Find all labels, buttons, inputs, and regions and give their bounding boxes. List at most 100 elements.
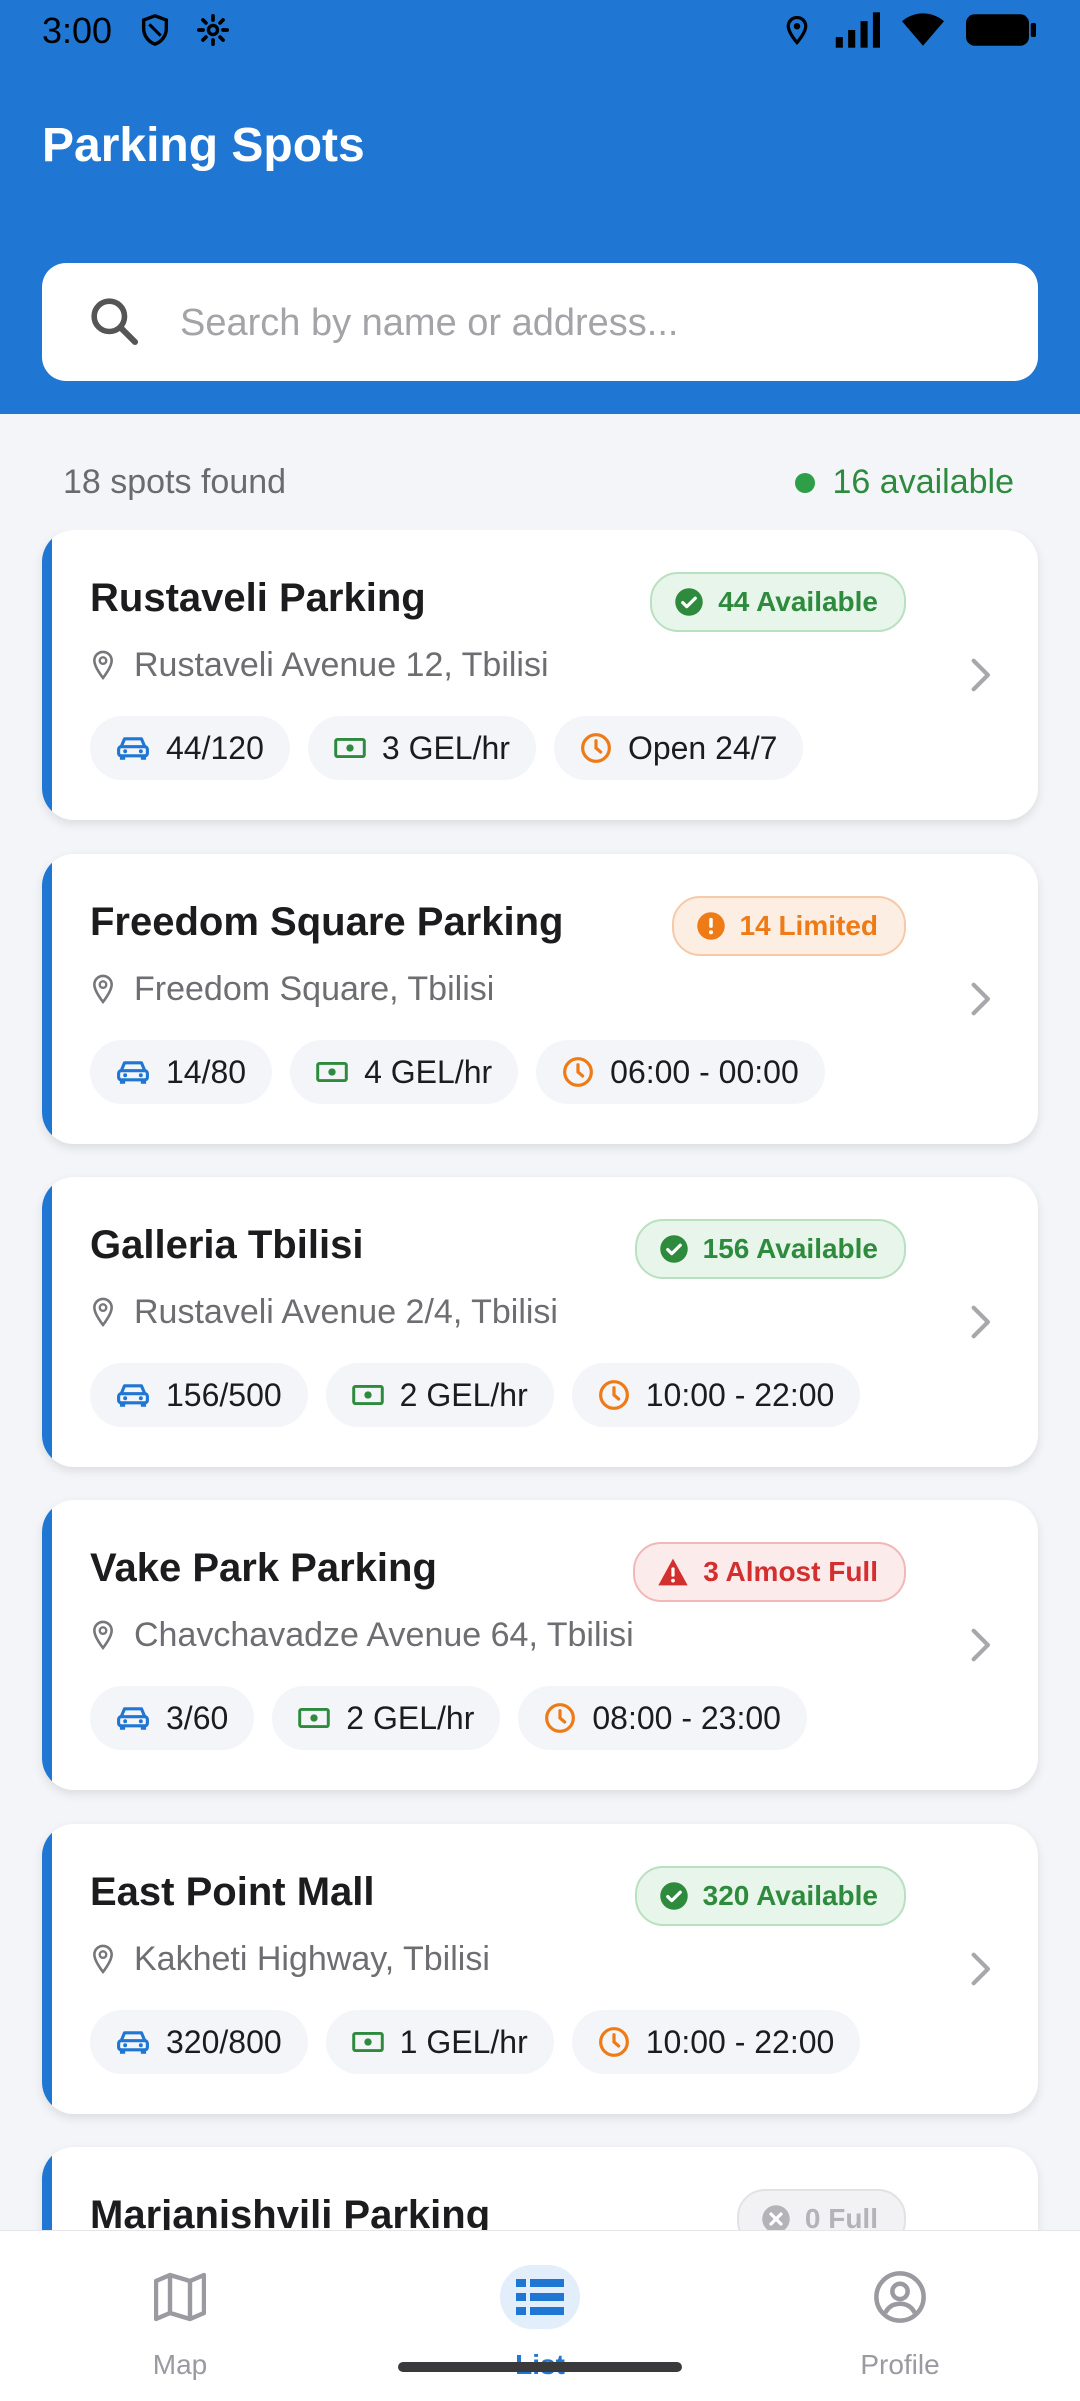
capacity-text: 14/80: [166, 1053, 247, 1090]
address-text: Rustaveli Avenue 2/4, Tbilisi: [134, 1293, 558, 1331]
cash-icon: [351, 1384, 384, 1406]
clock-icon: [545, 1703, 576, 1733]
spot-name: Rustaveli Parking: [90, 576, 426, 620]
car-icon: [117, 1384, 149, 1407]
nav-list[interactable]: List: [360, 2231, 720, 2401]
capacity-chip: 320/800: [90, 2010, 308, 2074]
card-accent-bar: [42, 530, 52, 820]
chevron-right-icon[interactable]: [968, 980, 992, 1018]
location-pin-icon: [93, 1297, 113, 1327]
cash-icon: [298, 1707, 331, 1729]
chevron-right-icon[interactable]: [968, 1626, 992, 1664]
cash-icon: [351, 2031, 384, 2053]
chevron-right-icon[interactable]: [968, 656, 992, 694]
card-accent-bar: [42, 2147, 52, 2230]
capacity-chip: 3/60: [90, 1686, 255, 1750]
hours-text: 10:00 - 22:00: [645, 2023, 835, 2060]
search-icon: [91, 298, 139, 346]
price-text: 1 GEL/hr: [399, 2023, 528, 2060]
home-indicator[interactable]: [398, 2362, 682, 2372]
badge-label: 3 Almost Full: [703, 1556, 878, 1587]
cash-icon: [334, 737, 366, 759]
check-circle-icon: [675, 588, 703, 616]
location-pin-icon: [93, 974, 113, 1004]
availability-badge: 156 Available: [634, 1219, 906, 1279]
spot-address: Rustaveli Avenue 2/4, Tbilisi: [90, 1293, 558, 1332]
availability-badge: 3 Almost Full: [633, 1542, 906, 1602]
price-chip: 1 GEL/hr: [325, 2010, 554, 2074]
location-pin-icon: [93, 650, 113, 680]
check-circle-icon: [659, 1235, 688, 1263]
price-chip: 3 GEL/hr: [307, 716, 536, 780]
parking-card[interactable]: Marjanishvili Parking 0 Full: [42, 2147, 1038, 2230]
status-time: 3:00: [42, 10, 113, 51]
availability-badge: 0 Full: [736, 2189, 906, 2230]
nav-map-label: Map: [152, 2349, 208, 2380]
parking-list: Rustaveli Parking 44 Available Rustaveli…: [0, 530, 1080, 2230]
card-accent-bar: [42, 1177, 52, 1467]
price-text: 2 GEL/hr: [399, 1376, 528, 1413]
list-icon: [516, 2279, 564, 2315]
nav-map[interactable]: Map: [0, 2231, 360, 2401]
price-chip: 2 GEL/hr: [325, 1363, 554, 1427]
card-accent-bar: [42, 854, 52, 1144]
parking-card[interactable]: Vake Park Parking 3 Almost Full Chavchav…: [42, 1500, 1038, 1790]
availability-badge: 320 Available: [634, 1866, 906, 1926]
clock-icon: [598, 2027, 629, 2057]
card-accent-bar: [42, 1500, 52, 1790]
nav-list-indicator: [500, 2265, 580, 2329]
signal-icon: [835, 12, 880, 48]
price-text: 2 GEL/hr: [346, 1699, 475, 1736]
chevron-right-icon[interactable]: [968, 1950, 992, 1988]
spot-name: Vake Park Parking: [90, 1546, 437, 1590]
location-icon: [786, 15, 808, 45]
available-count-label: 16 available: [832, 463, 1014, 501]
map-icon: [154, 2272, 206, 2322]
capacity-text: 156/500: [166, 1376, 282, 1413]
location-pin-icon: [93, 1620, 113, 1650]
price-text: 3 GEL/hr: [381, 729, 510, 766]
parking-card[interactable]: Rustaveli Parking 44 Available Rustaveli…: [42, 530, 1038, 820]
location-pin-icon: [93, 1944, 113, 1974]
available-dot-icon: [794, 472, 815, 493]
hours-text: 10:00 - 22:00: [645, 1376, 835, 1413]
spot-address: Kakheti Highway, Tbilisi: [90, 1940, 490, 1979]
clock-icon: [598, 1380, 629, 1410]
app-header: 3:00 Parking Spots: [0, 0, 1080, 414]
parking-card[interactable]: Galleria Tbilisi 156 Available Rustaveli…: [42, 1177, 1038, 1467]
car-icon: [117, 1061, 149, 1084]
badge-label: 156 Available: [702, 1233, 878, 1264]
cash-icon: [316, 1061, 348, 1083]
card-accent-bar: [42, 1824, 52, 2114]
capacity-text: 320/800: [166, 2023, 282, 2060]
search-input[interactable]: [178, 287, 1002, 359]
spots-found-count: 18 spots found: [63, 463, 287, 501]
capacity-text: 3/60: [166, 1699, 229, 1736]
address-text: Rustaveli Avenue 12, Tbilisi: [134, 646, 549, 684]
capacity-chip: 156/500: [90, 1363, 308, 1427]
parking-card[interactable]: East Point Mall 320 Available Kakheti Hi…: [42, 1824, 1038, 2114]
hours-chip: 08:00 - 23:00: [518, 1686, 807, 1750]
parking-card[interactable]: Freedom Square Parking 14 Limited Freedo…: [42, 854, 1038, 1144]
chevron-right-icon[interactable]: [968, 1303, 992, 1341]
availability-badge: 44 Available: [650, 572, 906, 632]
status-bar: 3:00: [0, 0, 1080, 64]
available-count: 16 available: [794, 463, 1014, 502]
clock-icon: [581, 733, 611, 763]
hours-chip: Open 24/7: [553, 716, 804, 780]
car-icon: [117, 737, 149, 760]
spot-name: Marjanishvili Parking: [90, 2193, 491, 2230]
badge-label: 44 Available: [718, 586, 878, 617]
battery-icon: [966, 14, 1036, 46]
settings-gear-icon: [196, 13, 230, 47]
address-text: Kakheti Highway, Tbilisi: [134, 1940, 490, 1978]
bottom-navigation: Map List Profile: [0, 2230, 1080, 2401]
availability-badge: 14 Limited: [671, 896, 906, 956]
spot-address: Rustaveli Avenue 12, Tbilisi: [90, 646, 549, 685]
search-bar[interactable]: [42, 263, 1038, 381]
nav-profile[interactable]: Profile: [720, 2231, 1080, 2401]
hours-chip: 10:00 - 22:00: [571, 2010, 861, 2074]
profile-icon: [874, 2271, 926, 2323]
clock-icon: [563, 1057, 594, 1087]
price-chip: 4 GEL/hr: [290, 1040, 519, 1104]
